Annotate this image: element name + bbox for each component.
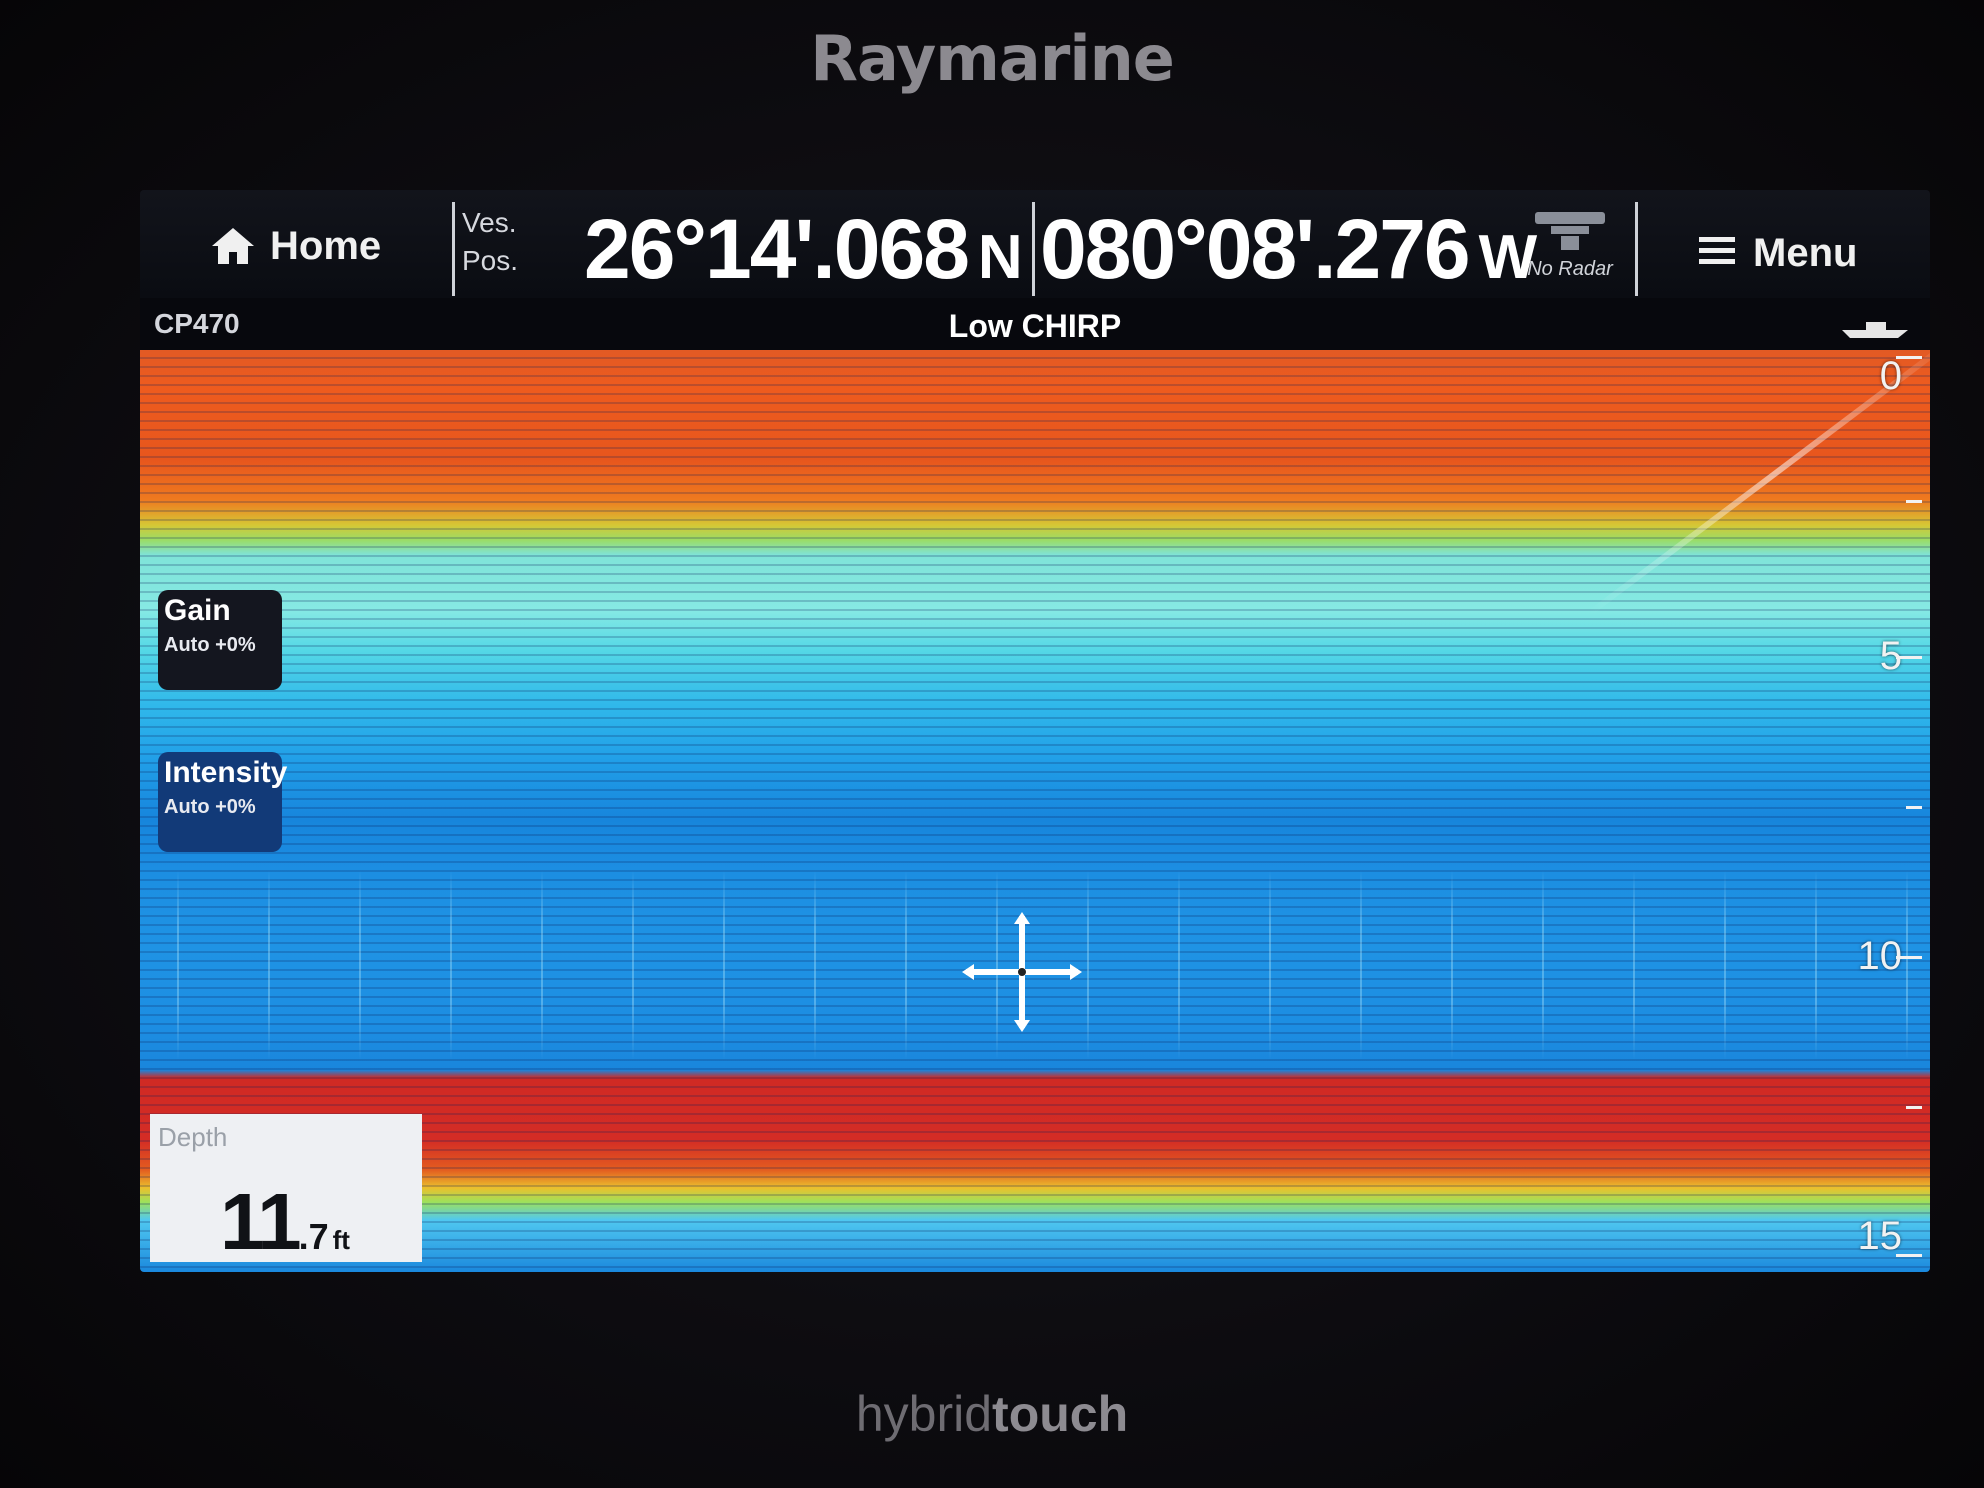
longitude-readout: 080°08'.276 W [1040,202,1537,296]
menu-label: Menu [1753,230,1858,275]
depth-tick-15: 15 [1857,1214,1903,1258]
gain-control[interactable]: Gain Auto +0% [158,590,282,690]
depth-tick-mark [1896,656,1922,659]
latitude-hemisphere: N [977,223,1023,292]
device-bezel: Raymarine Home Ves. Pos. 26°14'.068 N 08… [0,0,1984,1488]
home-label: Home [270,223,382,268]
depth-tick-0: 0 [1879,354,1902,398]
ves-label: Ves. [462,207,517,238]
cursor-crosshair-icon[interactable] [962,912,1082,1037]
boat-icon [1840,316,1910,345]
home-button[interactable]: Home [210,218,400,274]
depth-integer: 11 [220,1177,302,1266]
menu-icon [1695,231,1739,276]
depth-scale: 0 5 10 15 [1830,350,1930,1272]
depth-decimal: .7 [298,1216,329,1257]
pos-label: Pos. [462,245,519,276]
divider [1032,202,1035,296]
model-suffix: touch [992,1386,1129,1442]
model-prefix: hybrid [855,1386,993,1442]
divider [1635,202,1638,296]
intensity-control[interactable]: Intensity Auto +0% [158,752,288,852]
model-logo: hybridtouch [0,1385,1984,1445]
depth-minor-mark [1906,806,1922,809]
depth-tick-mark [1896,1254,1922,1257]
gain-value: Auto +0% [164,634,256,656]
latitude-readout: 26°14'.068 N [584,202,1023,296]
depth-minor-mark [1906,500,1922,503]
gain-label: Gain [164,594,231,627]
depth-label: Depth [158,1122,228,1152]
data-bar: Home Ves. Pos. 26°14'.068 N 080°08'.276 W [140,190,1930,298]
depth-value: 11.7 ft [220,1176,350,1268]
vessel-position-label: Ves. Pos. [462,204,552,280]
radar-status-text: No Radar [1527,258,1613,280]
sonar-mode-label[interactable]: Low CHIRP [140,308,1930,345]
depth-minor-mark [1906,1106,1922,1109]
intensity-value: Auto +0% [164,796,256,818]
home-icon [210,226,256,266]
longitude-value: 080°08'.276 [1040,202,1471,296]
menu-button[interactable]: Menu [1695,228,1885,278]
divider [452,202,455,296]
depth-unit: ft [332,1225,350,1255]
depth-databox[interactable]: Depth 11.7 ft [150,1114,422,1266]
depth-tick-mark [1896,956,1922,959]
radar-icon [1531,208,1609,252]
intensity-label: Intensity [164,756,288,789]
latitude-value: 26°14'.068 [584,202,970,296]
brand-logo: Raymarine [810,22,1175,95]
depth-tick-mark [1896,356,1922,359]
sonar-screen: Home Ves. Pos. 26°14'.068 N 080°08'.276 W [140,190,1930,1272]
radar-status[interactable]: No Radar [1520,208,1620,288]
